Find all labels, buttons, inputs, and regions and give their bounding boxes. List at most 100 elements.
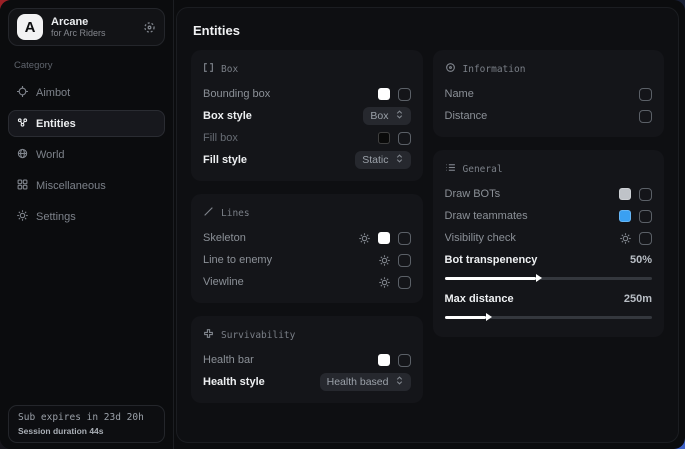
panel-title: General [463, 164, 503, 175]
line-to-enemy-checkbox[interactable] [398, 254, 411, 267]
desktop: A Arcane for Arc Riders Category Aimbot … [0, 0, 685, 449]
distance-checkbox[interactable] [639, 110, 652, 123]
setting-label: Draw BOTs [445, 188, 620, 200]
box-style-select[interactable]: Box [363, 107, 410, 125]
panel-title: Survivability [221, 330, 295, 341]
draw-teammates-row: Draw teammates [445, 205, 653, 227]
brackets-icon [203, 62, 214, 76]
health-style-select[interactable]: Health based [320, 373, 411, 391]
panel-title: Information [463, 64, 526, 75]
distance-row: Distance [445, 105, 653, 127]
sidebar: A Arcane for Arc Riders Category Aimbot … [0, 0, 174, 449]
setting-label: Skeleton [203, 232, 359, 244]
color-swatch[interactable] [378, 88, 390, 100]
line-icon [203, 206, 214, 220]
setting-label: Health style [203, 376, 320, 388]
app-title: Arcane [51, 16, 135, 29]
setting-label: Name [445, 88, 640, 100]
sidebar-item-miscellaneous[interactable]: Miscellaneous [8, 172, 165, 199]
panel-title: Box [221, 64, 238, 75]
sidebar-item-world[interactable]: World [8, 141, 165, 168]
fill-style-row: Fill style Static [203, 149, 411, 171]
draw-bots-checkbox[interactable] [639, 188, 652, 201]
sidebar-item-label: Aimbot [36, 87, 70, 99]
select-value: Health based [327, 376, 389, 388]
bounding-box-row: Bounding box [203, 83, 411, 105]
slider-track[interactable] [445, 316, 653, 319]
slider-fill[interactable] [445, 316, 487, 319]
color-swatch[interactable] [619, 210, 631, 222]
bot-transparency-row: Bot transpenency 50% [445, 249, 653, 271]
viewline-checkbox[interactable] [398, 276, 411, 289]
box-panel-header: Box [203, 62, 411, 76]
sidebar-item-aimbot[interactable]: Aimbot [8, 79, 165, 106]
color-swatch[interactable] [378, 132, 390, 144]
health-bar-row: Health bar [203, 349, 411, 371]
setting-label: Visibility check [445, 232, 621, 244]
skeleton-checkbox[interactable] [398, 232, 411, 245]
fill-style-select[interactable]: Static [355, 151, 410, 169]
color-swatch[interactable] [378, 354, 390, 366]
bounding-box-checkbox[interactable] [398, 88, 411, 101]
line-to-enemy-row: Line to enemy [203, 249, 411, 271]
visibility-check-row: Visibility check [445, 227, 653, 249]
setting-label: Health bar [203, 354, 378, 366]
name-checkbox[interactable] [639, 88, 652, 101]
setting-label: Bounding box [203, 88, 378, 100]
color-swatch[interactable] [619, 188, 631, 200]
setting-label: Line to enemy [203, 254, 379, 266]
setting-label: Fill style [203, 154, 355, 166]
lines-panel-header: Lines [203, 206, 411, 220]
box-style-row: Box style Box [203, 105, 411, 127]
gear-icon[interactable] [379, 277, 390, 288]
health-bar-checkbox[interactable] [398, 354, 411, 367]
sidebar-item-label: World [36, 149, 65, 161]
slider-fill[interactable] [445, 277, 536, 280]
setting-label: Max distance [445, 293, 624, 305]
general-panel-header: General [445, 162, 653, 176]
survivability-panel: Survivability Health bar Health style [191, 316, 423, 403]
session-duration-text: Session duration 44s [18, 426, 155, 436]
panel-title: Lines [221, 208, 250, 219]
gear-icon[interactable] [359, 233, 370, 244]
survivability-panel-header: Survivability [203, 328, 411, 342]
health-cross-icon [203, 328, 214, 342]
select-value: Static [362, 154, 388, 166]
app-subtitle: for Arc Riders [51, 28, 135, 38]
right-column: Information Name Distance [433, 50, 665, 337]
bot-transparency-value: 50% [630, 254, 652, 266]
category-label: Category [14, 60, 165, 71]
target-icon [445, 62, 456, 76]
setting-label: Viewline [203, 276, 379, 288]
setting-label: Bot transpenency [445, 254, 630, 266]
arcane-logo: A [17, 14, 43, 40]
entities-icon [17, 117, 28, 131]
draw-teammates-checkbox[interactable] [639, 210, 652, 223]
main-content: Entities Box Bounding box [176, 7, 679, 443]
draw-bots-row: Draw BOTs [445, 183, 653, 205]
sidebar-nav: Aimbot Entities World Miscellaneous Sett… [8, 79, 165, 230]
gear-icon[interactable] [620, 233, 631, 244]
sidebar-item-label: Settings [36, 211, 76, 223]
logo-card[interactable]: A Arcane for Arc Riders [8, 8, 165, 46]
sidebar-item-settings[interactable]: Settings [8, 203, 165, 230]
information-panel-header: Information [445, 62, 653, 76]
chevron-updown-icon [395, 154, 404, 166]
setting-label: Box style [203, 110, 363, 122]
left-column: Box Bounding box Box style [191, 50, 423, 403]
color-swatch[interactable] [378, 232, 390, 244]
gear-icon[interactable] [379, 255, 390, 266]
select-value: Box [370, 110, 388, 122]
sidebar-item-label: Entities [36, 118, 76, 130]
sidebar-item-entities[interactable]: Entities [8, 110, 165, 137]
subscription-card: Sub expires in 23d 20h Session duration … [8, 405, 165, 443]
visibility-check-checkbox[interactable] [639, 232, 652, 245]
sub-expiry-text: Sub expires in 23d 20h [18, 412, 155, 423]
fill-box-checkbox[interactable] [398, 132, 411, 145]
dial-icon[interactable] [143, 21, 156, 34]
bot-transparency-slider[interactable] [445, 274, 653, 282]
max-distance-slider[interactable] [445, 313, 653, 321]
sidebar-item-label: Miscellaneous [36, 180, 106, 192]
slider-track[interactable] [445, 277, 653, 280]
fill-box-row: Fill box [203, 127, 411, 149]
